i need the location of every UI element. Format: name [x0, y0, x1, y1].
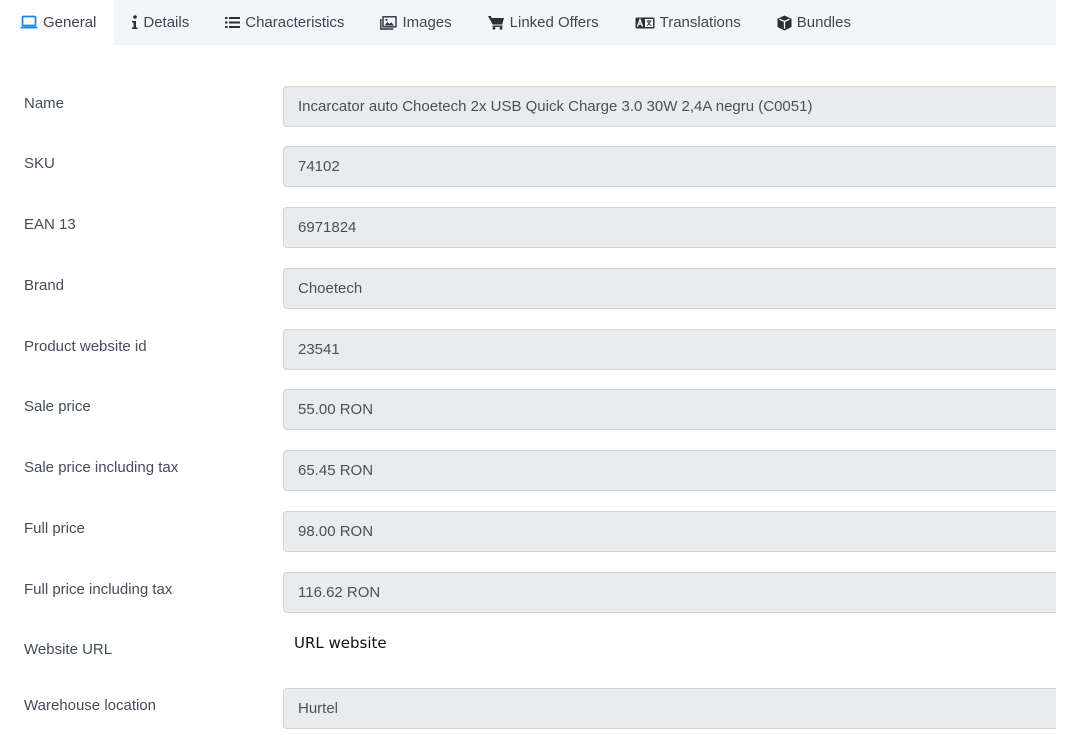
tab-images-label: Images — [402, 14, 452, 31]
tab-details-label: Details — [143, 14, 190, 31]
brand-field[interactable]: Choetech — [283, 268, 1065, 309]
tab-general-label: General — [43, 14, 97, 31]
sale-price-tax-field[interactable]: 65.45 RON — [283, 450, 1065, 491]
tab-linked-offers[interactable]: Linked Offers — [470, 0, 617, 45]
sale-price-tax-label: Sale price including tax — [24, 459, 179, 476]
tab-images[interactable]: Images — [362, 0, 469, 45]
sku-field[interactable]: 74102 — [283, 146, 1065, 187]
tab-characteristics-label: Characteristics — [245, 14, 345, 31]
website-id-field[interactable]: 23541 — [283, 329, 1065, 370]
tab-bundles[interactable]: Bundles — [759, 0, 869, 45]
full-price-tax-field[interactable]: 116.62 RON — [283, 572, 1065, 613]
translate-icon — [635, 17, 655, 29]
tab-details[interactable]: Details — [114, 0, 207, 45]
full-price-tax-label: Full price including tax — [24, 581, 173, 598]
warehouse-field[interactable]: Hurtel — [283, 688, 1065, 729]
website-url-label: Website URL — [24, 641, 113, 658]
tab-linked-offers-label: Linked Offers — [509, 14, 599, 31]
tab-bundles-label: Bundles — [796, 14, 851, 31]
tab-characteristics[interactable]: Characteristics — [207, 0, 362, 45]
tab-translations-label: Translations — [659, 14, 741, 31]
box-icon — [777, 15, 792, 31]
name-field[interactable]: Incarcator auto Choetech 2x USB Quick Ch… — [283, 86, 1065, 127]
tab-general[interactable]: General — [0, 0, 115, 45]
info-icon — [131, 15, 138, 30]
image-icon — [380, 15, 398, 30]
page-edge — [1056, 0, 1065, 746]
laptop-icon — [20, 15, 38, 30]
ean-label: EAN 13 — [24, 216, 76, 233]
full-price-field[interactable]: 98.00 RON — [283, 511, 1065, 552]
ean-field[interactable]: 6971824 — [283, 207, 1065, 248]
tab-translations[interactable]: Translations — [617, 0, 759, 45]
name-label: Name — [24, 95, 65, 112]
sale-price-label: Sale price — [24, 398, 91, 415]
brand-label: Brand — [24, 277, 65, 294]
sku-label: SKU — [24, 155, 55, 172]
sale-price-field[interactable]: 55.00 RON — [283, 389, 1065, 430]
website-url-link[interactable]: URL website — [294, 634, 387, 652]
cart-icon — [487, 15, 505, 30]
list-icon — [225, 16, 241, 29]
full-price-label: Full price — [24, 520, 85, 537]
tab-bar: General Details Characteristics Images L… — [0, 0, 1057, 45]
warehouse-label: Warehouse location — [24, 697, 157, 714]
website-id-label: Product website id — [24, 338, 147, 355]
